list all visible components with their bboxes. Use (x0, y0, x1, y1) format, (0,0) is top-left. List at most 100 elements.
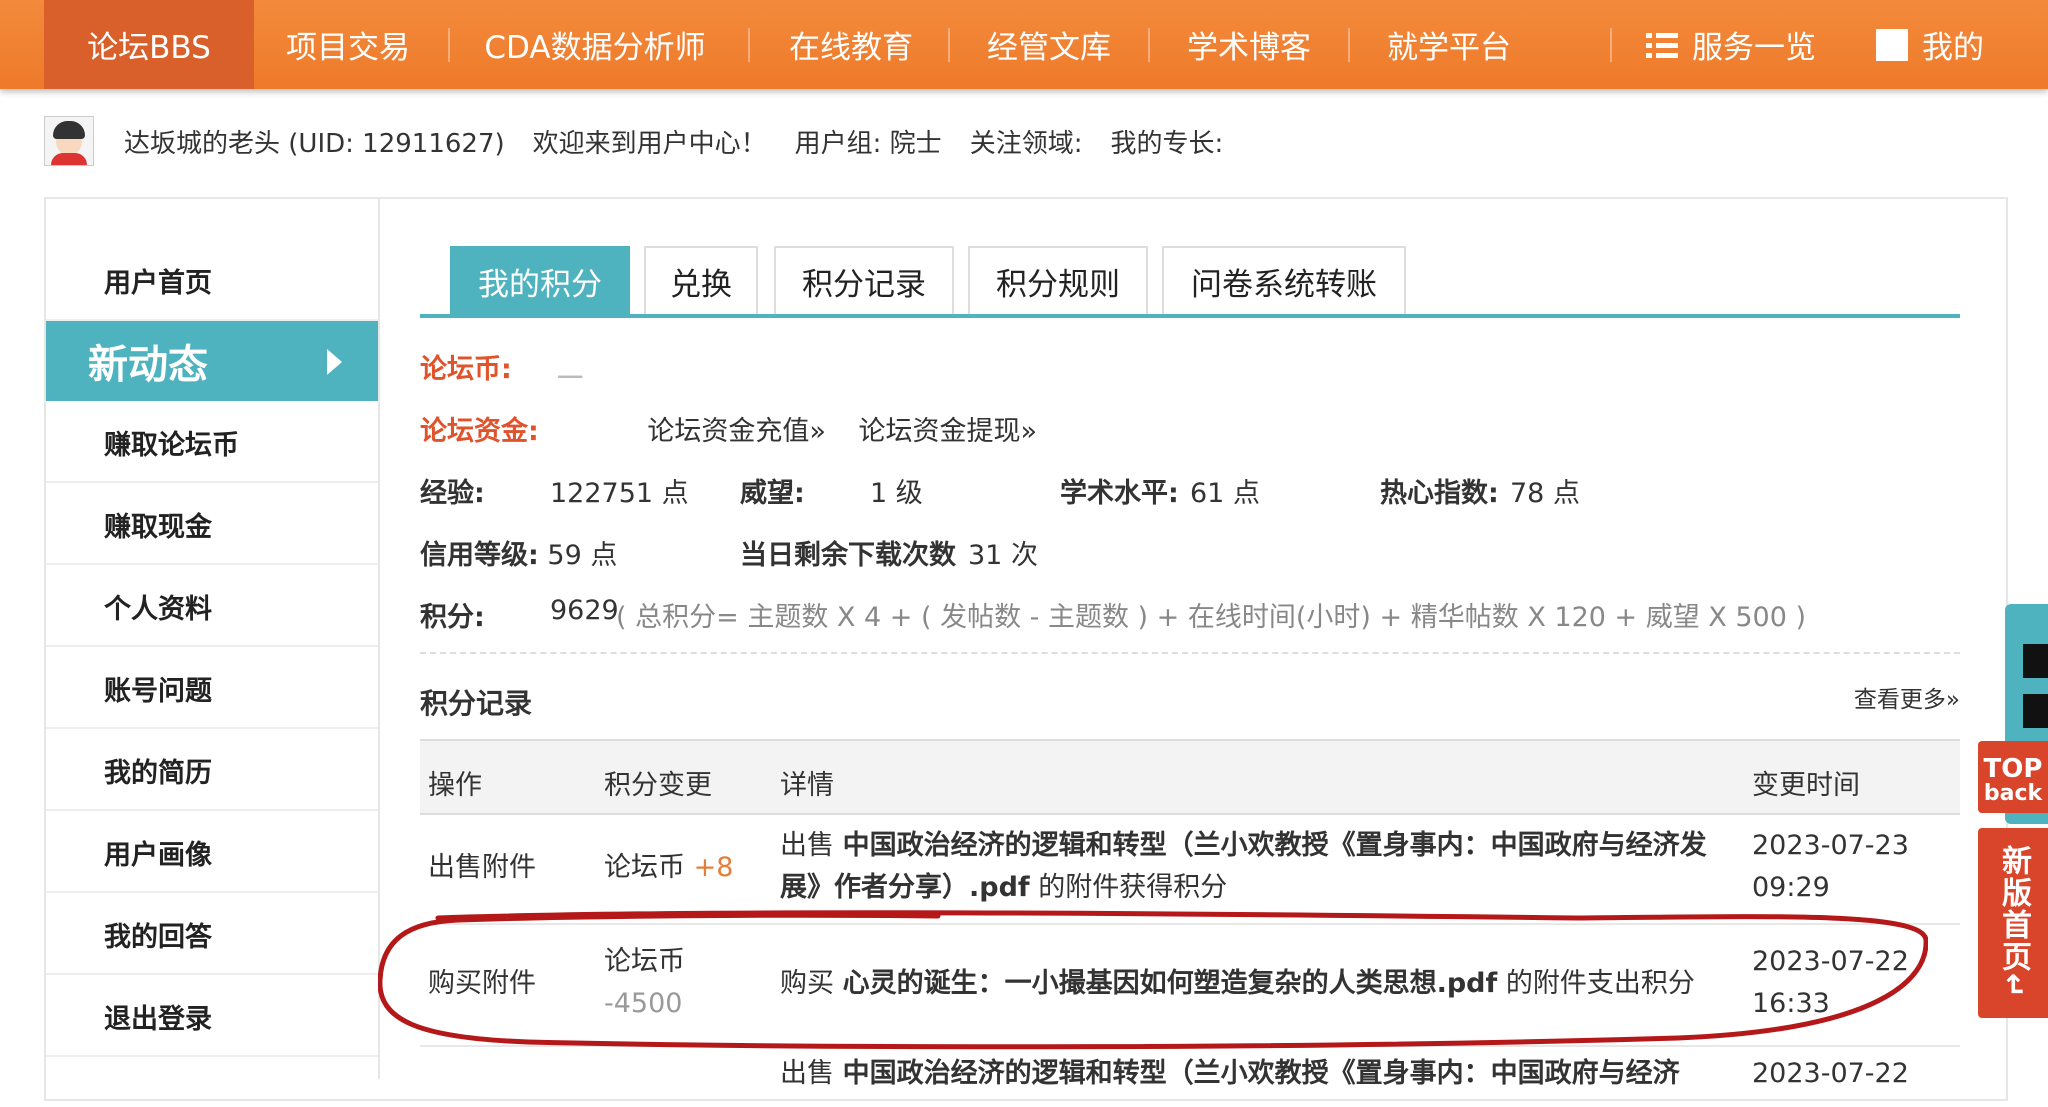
tab-my-points[interactable]: 我的积分 (450, 246, 630, 314)
exp-row: 经验: 122751 点 威望: 1 级 学术水平: 61 点 热心指数: 78… (420, 471, 1580, 510)
nav-services-label: 服务一览 (1692, 30, 1816, 66)
prestige-value: 1 级 (870, 478, 923, 509)
chevron-right-icon (327, 349, 342, 375)
detail-file-link[interactable]: 中国政治经济的逻辑和转型（兰小欢教授《置身事内：中国政府与经济发展》作者分享）.… (780, 830, 1707, 903)
sidebar-item-earn-cash[interactable]: 赚取现金 (46, 485, 378, 565)
nav-projects[interactable]: 项目交易 (258, 0, 438, 89)
list-icon (1646, 30, 1678, 60)
row-date: 2023-07-23 (1752, 830, 1909, 861)
nav-mine-label: 我的 (1922, 30, 1984, 66)
tab-points-record[interactable]: 积分记录 (774, 246, 954, 314)
enthusiasm-label: 热心指数: (1380, 478, 1499, 509)
fund-withdraw-link[interactable]: 论坛资金提现» (859, 416, 1038, 447)
nav-separator (448, 28, 450, 62)
exp-value: 122751 点 (550, 478, 689, 509)
sidebar-item-home[interactable]: 用户首页 (46, 241, 378, 321)
nav-separator (1610, 28, 1612, 62)
row-detail: 出售 中国政治经济的逻辑和转型（兰小欢教授《置身事内：中国政府与经济 (780, 1053, 1680, 1095)
detail-prefix: 出售 (780, 830, 834, 861)
change-unit: 论坛币 (604, 852, 685, 883)
tab-survey-transfer[interactable]: 问卷系统转账 (1162, 246, 1406, 314)
exp-label: 经验: (420, 478, 485, 509)
top-label: TOP (1983, 754, 2043, 784)
sidebar-item-news[interactable]: 新动态 (46, 321, 378, 401)
welcome-text: 欢迎来到用户中心！ (532, 128, 767, 159)
row-time: 2023-07-22 16:33 (1752, 941, 1909, 1025)
downloads-value: 31 次 (968, 540, 1038, 571)
sidebar-item-logout[interactable]: 退出登录 (46, 977, 378, 1057)
avatar[interactable] (44, 116, 94, 166)
academic-value: 61 点 (1190, 478, 1260, 509)
grid-icon (1876, 28, 1908, 61)
back-to-top-button[interactable]: TOP back (1978, 741, 2048, 813)
sidebar-item-profile[interactable]: 个人资料 (46, 567, 378, 647)
new-home-button[interactable]: 新版首页↵ (1978, 828, 2048, 1018)
detail-prefix: 购买 (780, 968, 834, 999)
tab-exchange[interactable]: 兑换 (644, 246, 758, 314)
row-clock: 16:33 (1752, 988, 1830, 1019)
fund-row: 论坛资金: 论坛资金充值» 论坛资金提现» (420, 409, 1037, 448)
table-row: 出售 中国政治经济的逻辑和转型（兰小欢教授《置身事内：中国政府与经济 2023-… (420, 1047, 1960, 1107)
user-bar: 达坂城的老头 (UID: 12911627) 欢迎来到用户中心！ 用户组: 院士… (44, 116, 1251, 166)
view-more-link[interactable]: 查看更多» (1854, 680, 1960, 714)
nav-library[interactable]: 经管文库 (960, 0, 1138, 89)
expertise-field: 我的专长: (1110, 128, 1224, 159)
credit-row: 信用等级: 59 点 当日剩余下载次数 31 次 (420, 533, 1038, 572)
table-row: 购买附件 论坛币 -4500 购买 心灵的诞生：一小撮基因如何塑造复杂的人类思想… (420, 925, 1960, 1047)
top-nav: 论坛BBS 项目交易 CDA数据分析师 在线教育 经管文库 学术博客 就学平台 … (0, 0, 2048, 89)
tab-underline (420, 314, 1960, 318)
detail-file-link[interactable]: 心灵的诞生：一小撮基因如何塑造复杂的人类思想.pdf (843, 968, 1498, 999)
nav-blog[interactable]: 学术博客 (1160, 0, 1338, 89)
nav-bbs[interactable]: 论坛BBS (44, 0, 254, 89)
row-date: 2023-07-22 (1752, 946, 1909, 977)
downloads-label: 当日剩余下载次数 (740, 540, 956, 571)
table-row: 出售附件 论坛币 +8 出售 中国政治经济的逻辑和转型（兰小欢教授《置身事内：中… (420, 813, 1960, 925)
sidebar-item-earn-coins[interactable]: 赚取论坛币 (46, 403, 378, 483)
row-detail: 出售 中国政治经济的逻辑和转型（兰小欢教授《置身事内：中国政府与经济发展》作者分… (780, 825, 1740, 909)
nav-cda[interactable]: CDA数据分析师 (460, 0, 730, 89)
nav-online-edu[interactable]: 在线教育 (762, 0, 940, 89)
detail-file-link[interactable]: 中国政治经济的逻辑和转型（兰小欢教授《置身事内：中国政府与经济 (843, 1058, 1680, 1089)
nav-separator (748, 28, 750, 62)
nav-study[interactable]: 就学平台 (1360, 0, 1538, 89)
prestige-label: 威望: (740, 478, 805, 509)
score-value: 9629 (550, 595, 619, 626)
focus-field: 关注领域: (969, 128, 1083, 159)
sidebar-item-answers[interactable]: 我的回答 (46, 895, 378, 975)
row-time: 2023-07-23 09:29 (1752, 825, 1909, 909)
row-operation: 出售附件 (428, 852, 536, 883)
records-title: 积分记录 (420, 687, 533, 720)
coin-value: ـــ (558, 354, 583, 385)
sidebar-item-label: 新动态 (88, 342, 208, 388)
tab-points-rules[interactable]: 积分规则 (968, 246, 1148, 314)
enthusiasm-value: 78 点 (1510, 478, 1580, 509)
credit-value: 59 点 (547, 540, 618, 571)
th-detail: 详情 (780, 770, 834, 801)
coin-row: 论坛币: ـــ (420, 347, 582, 386)
fund-label: 论坛资金: (420, 416, 539, 447)
row-change: 论坛币 -4500 (604, 941, 685, 1025)
row-operation: 购买附件 (428, 968, 536, 999)
score-formula: ( 总积分= 主题数 X 4 + ( 发帖数 - 主题数 ) + 在线时间(小时… (616, 602, 1807, 633)
sidebar-item-resume[interactable]: 我的简历 (46, 731, 378, 811)
nav-separator (1148, 28, 1150, 62)
nav-mine[interactable]: 我的 (1866, 0, 1994, 89)
academic-label: 学术水平: (1060, 478, 1179, 509)
row-date: 2023-07-22 (1752, 1058, 1909, 1089)
change-unit: 论坛币 (604, 946, 685, 977)
row-detail: 购买 心灵的诞生：一小撮基因如何塑造复杂的人类思想.pdf 的附件支出积分 (780, 963, 1740, 1005)
detail-prefix: 出售 (780, 1058, 834, 1089)
sidebar-item-portrait[interactable]: 用户画像 (46, 813, 378, 893)
username: 达坂城的老头 (UID: 12911627) (124, 128, 505, 159)
score-label: 积分: (420, 602, 485, 633)
records-table-header: 操作 积分变更 详情 变更时间 (420, 739, 1960, 815)
th-change: 积分变更 (604, 770, 712, 801)
coin-label: 论坛币: (420, 354, 512, 385)
sidebar-item-account[interactable]: 账号问题 (46, 649, 378, 729)
nav-services[interactable]: 服务一览 (1636, 0, 1826, 89)
score-row: 积分: 9629 ( 总积分= 主题数 X 4 + ( 发帖数 - 主题数 ) … (420, 595, 1806, 634)
nav-separator (948, 28, 950, 62)
row-change: 论坛币 +8 (604, 847, 733, 889)
th-operation: 操作 (428, 770, 482, 801)
fund-recharge-link[interactable]: 论坛资金充值» (647, 416, 826, 447)
